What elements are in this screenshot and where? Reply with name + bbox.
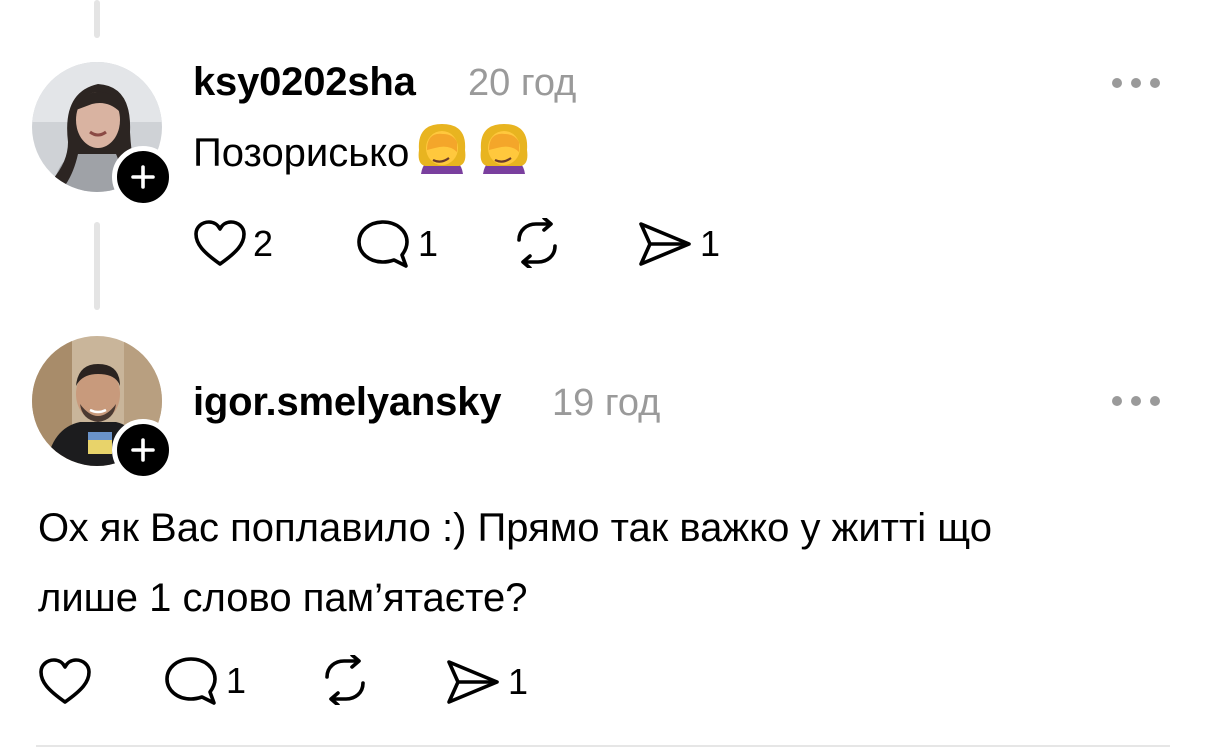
reply-count: 1 [418,223,439,264]
comment-text-line-2: лише 1 слово пам’ятаєте? [38,576,528,620]
woman-facepalming-emoji [413,120,471,194]
timestamp: 19 год [552,382,661,424]
comment-text-content: Позорисько [193,131,410,175]
comment-text: Ох як Вас поплавило :) Прямо так важко у… [38,493,992,633]
like-count: 2 [253,223,274,264]
plus-icon [131,438,155,462]
repost-button[interactable] [510,218,564,268]
comment-text: Позорисько [193,120,533,194]
username[interactable]: ksy0202sha [193,60,416,105]
more-dots-icon[interactable] [1112,76,1160,90]
repost-icon [517,218,557,268]
reply-count: 1 [226,660,247,701]
share-button[interactable]: 1 [636,220,720,268]
share-count: 1 [700,223,721,264]
timestamp: 20 год [468,62,577,104]
like-button[interactable]: 2 [193,220,273,268]
repost-icon [325,655,365,705]
share-button[interactable]: 1 [444,658,528,706]
follow-button[interactable] [112,419,174,481]
heart-icon [39,658,91,704]
username[interactable]: igor.smelyansky [193,380,501,425]
comment-bubble-icon [165,657,217,705]
heart-icon [194,220,246,266]
follow-button[interactable] [112,146,174,208]
repost-button[interactable] [318,655,372,705]
comment-bubble-icon [357,220,409,268]
share-count: 1 [508,661,529,702]
send-icon [447,660,499,704]
divider [36,745,1170,747]
plus-icon [131,165,155,189]
thread-line-top [94,0,100,38]
woman-facepalming-emoji [475,120,533,194]
reply-button[interactable]: 1 [162,655,246,707]
like-button[interactable] [38,658,98,706]
thread-line-middle [94,222,100,310]
more-dots-icon[interactable] [1112,394,1160,408]
send-icon [639,222,691,266]
reply-button[interactable]: 1 [354,218,438,270]
comment-text-line-1: Ох як Вас поплавило :) Прямо так важко у… [38,506,993,550]
